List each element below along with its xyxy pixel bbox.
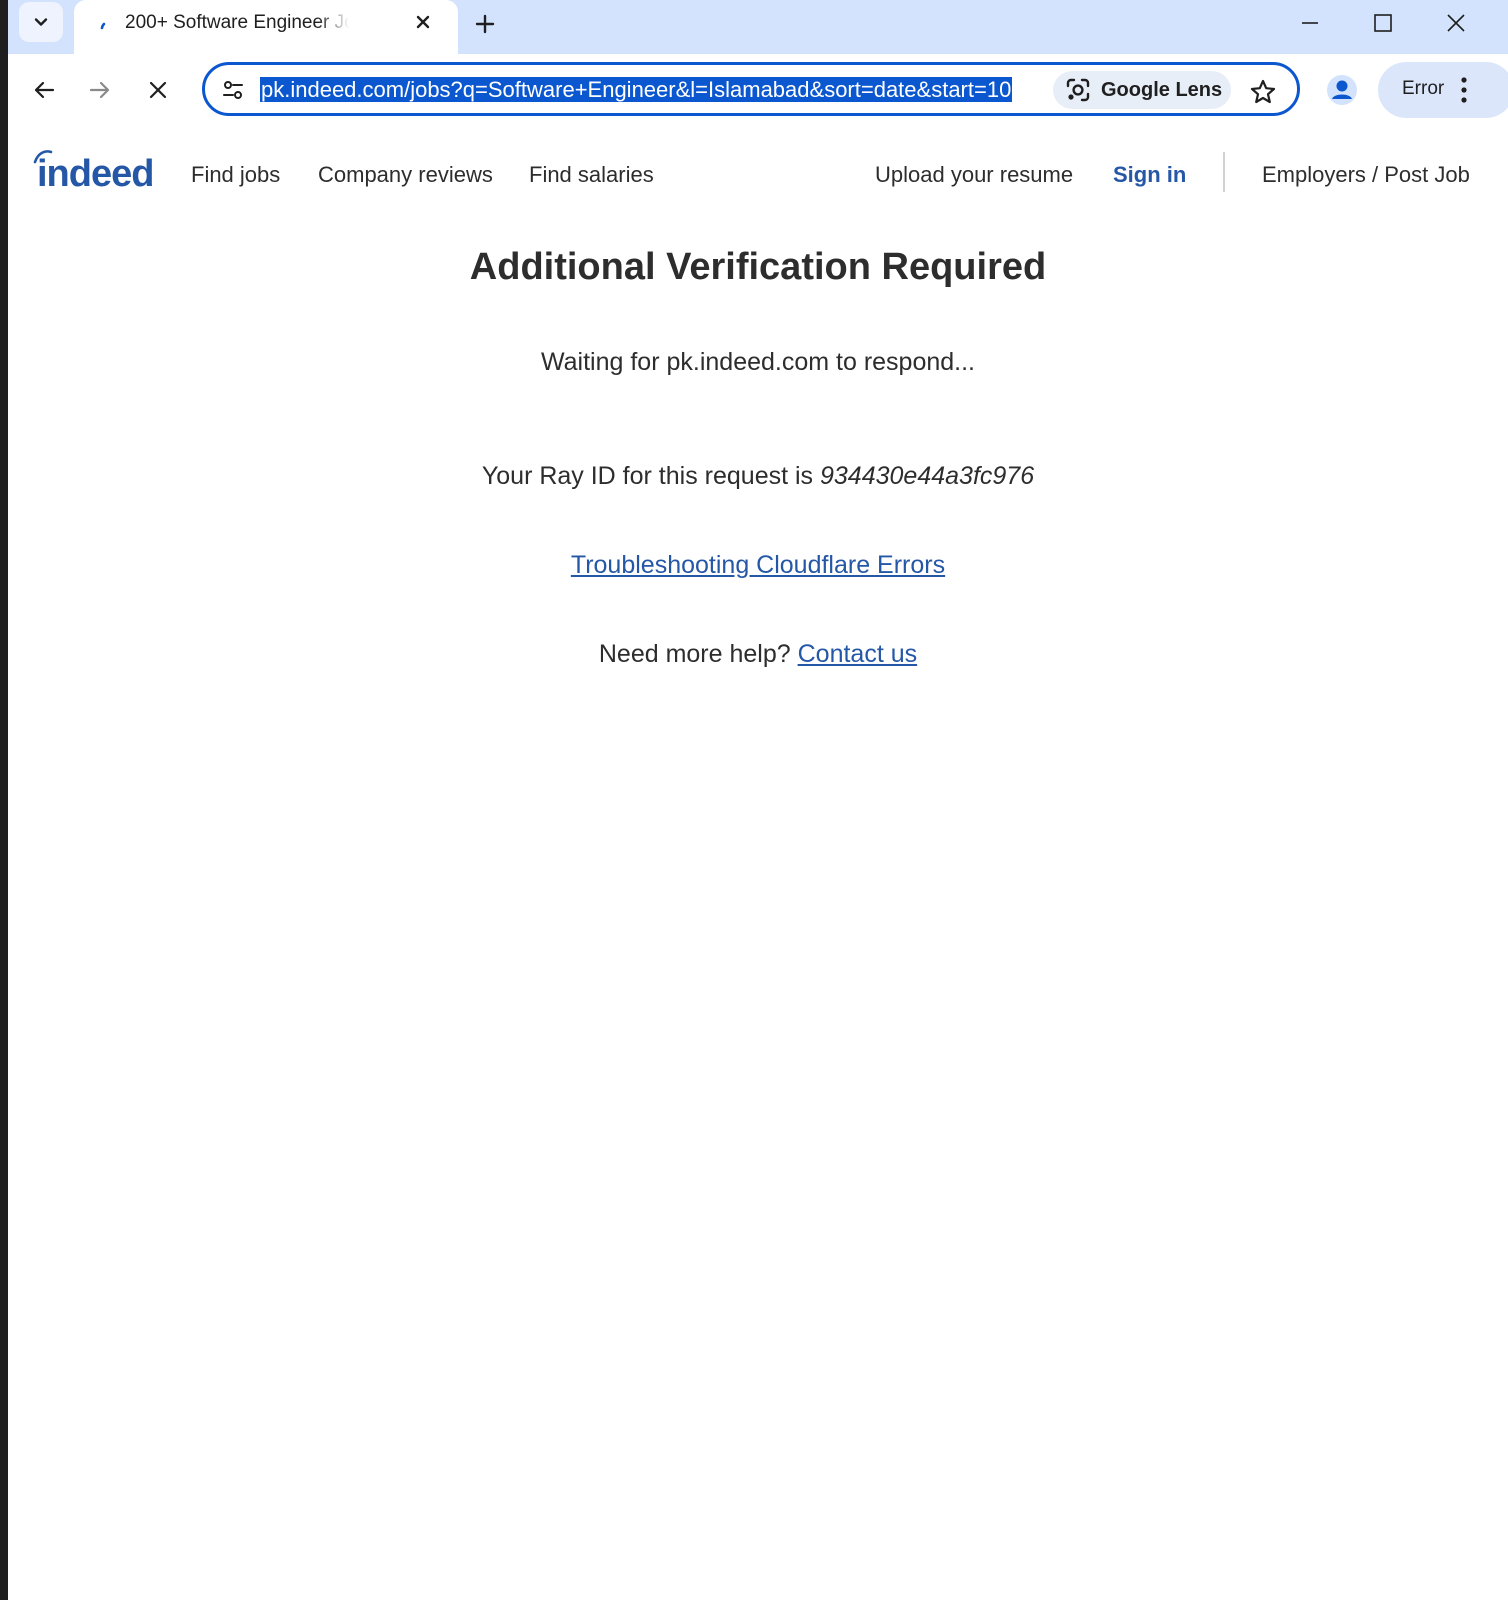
- avatar-icon: [1327, 75, 1357, 105]
- more-vert-icon: [1461, 77, 1467, 103]
- page-title: Additional Verification Required: [469, 246, 1047, 288]
- tune-icon: [223, 81, 243, 99]
- back-button[interactable]: [24, 70, 64, 110]
- google-lens-button[interactable]: Google Lens: [1053, 71, 1231, 109]
- chevron-down-icon: [34, 18, 48, 26]
- verification-message: Additional Verification Required Waiting…: [8, 224, 1508, 744]
- plus-icon: [475, 14, 495, 34]
- upload-resume-link[interactable]: Upload your resume: [875, 162, 1073, 188]
- url-selection: pk.indeed.com/jobs?q=Software+Engineer&l…: [260, 77, 1013, 102]
- site-info-button[interactable]: [217, 76, 249, 104]
- close-icon: [1447, 14, 1465, 32]
- google-lens-label: Google Lens: [1101, 78, 1223, 101]
- browser-toolbar: pk.indeed.com/jobs?q=Software+Engineer&l…: [8, 54, 1508, 129]
- url-text[interactable]: pk.indeed.com/jobs?q=Software+Engineer&l…: [260, 74, 1050, 106]
- tab-close-button[interactable]: [412, 11, 434, 33]
- tab-strip: 200+ Software Engineer Jobs, E: [8, 0, 1508, 54]
- ray-id-value: 934430e44a3fc976: [820, 462, 1035, 490]
- maximize-button[interactable]: [1351, 0, 1415, 46]
- minimize-button[interactable]: [1278, 0, 1342, 46]
- arrow-left-icon: [34, 81, 55, 99]
- close-icon: [416, 15, 430, 29]
- nav-company-reviews[interactable]: Company reviews: [318, 162, 493, 188]
- waiting-text: Waiting for pk.indeed.com to respond...: [540, 348, 976, 376]
- troubleshooting-line: Troubleshooting Cloudflare Errors: [8, 551, 1508, 580]
- new-tab-button[interactable]: [469, 8, 501, 40]
- loading-spinner-icon: [100, 22, 106, 30]
- indeed-logo[interactable]: indeed: [33, 148, 157, 195]
- tab-search-button[interactable]: [19, 2, 63, 42]
- contact-us-link[interactable]: Contact us: [798, 640, 918, 668]
- address-bar[interactable]: pk.indeed.com/jobs?q=Software+Engineer&l…: [202, 62, 1300, 116]
- sign-in-link[interactable]: Sign in: [1113, 162, 1186, 188]
- window-close-button[interactable]: [1424, 0, 1488, 46]
- star-icon: [1250, 79, 1276, 104]
- google-lens-icon: [1066, 78, 1090, 102]
- arrow-right-icon: [89, 81, 110, 99]
- header-divider: [1223, 152, 1225, 192]
- error-menu-button[interactable]: Error: [1378, 62, 1508, 118]
- bookmark-button[interactable]: [1245, 74, 1281, 110]
- nav-find-jobs[interactable]: Find jobs: [191, 162, 280, 188]
- help-prefix: Need more help?: [598, 640, 791, 668]
- close-icon: [149, 81, 167, 99]
- troubleshooting-link[interactable]: Troubleshooting Cloudflare Errors: [571, 551, 945, 579]
- stop-loading-button[interactable]: [138, 70, 178, 110]
- browser-window: 200+ Software Engineer Jobs, E: [8, 0, 1508, 1600]
- site-header: indeed Find jobs Company reviews Find sa…: [8, 128, 1508, 224]
- profile-button[interactable]: [1322, 70, 1362, 110]
- ray-id-prefix: Your Ray ID for this request is: [481, 462, 814, 490]
- minimize-icon: [1302, 22, 1318, 24]
- indeed-logo-mark: indeed: [33, 150, 154, 195]
- employers-post-job-link[interactable]: Employers / Post Job: [1262, 162, 1470, 188]
- tab-title: 200+ Software Engineer Jobs, E: [125, 12, 349, 33]
- error-label: Error: [1402, 78, 1445, 99]
- indeed-logo-text: indeed: [37, 153, 153, 192]
- nav-find-salaries[interactable]: Find salaries: [529, 162, 654, 188]
- tab-active[interactable]: 200+ Software Engineer Jobs, E: [74, 0, 458, 54]
- maximize-icon: [1374, 14, 1392, 32]
- help-line: Need more help? Contact us: [8, 640, 1508, 669]
- ray-id-line: Your Ray ID for this request is 934430e4…: [8, 462, 1508, 491]
- forward-button[interactable]: [80, 70, 120, 110]
